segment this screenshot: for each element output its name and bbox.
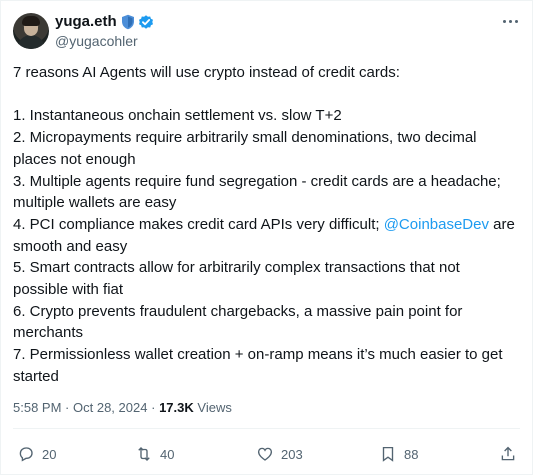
repost-button[interactable]: 40 <box>135 444 174 464</box>
tweet-intro: 7 reasons AI Agents will use crypto inst… <box>13 64 400 81</box>
reason-7: 7. Permissionless wallet creation + on-r… <box>13 346 507 385</box>
tweet-time[interactable]: 5:58 PM <box>13 400 61 415</box>
reason-1: 1. Instantaneous onchain settlement vs. … <box>13 107 342 125</box>
more-dot <box>503 20 506 23</box>
reason-3: 3. Multiple agents require fund segregat… <box>13 172 505 212</box>
divider <box>13 428 520 429</box>
tweet-date[interactable]: Oct 28, 2024 <box>73 400 147 415</box>
more-dot <box>509 20 512 23</box>
share-button[interactable] <box>499 444 517 464</box>
tweet-meta: 5:58 PM · Oct 28, 2024 · 17.3K Views <box>13 400 232 416</box>
reply-button[interactable]: 20 <box>17 444 56 464</box>
tweet-text: 7 reasons AI Agents will use crypto inst… <box>13 62 518 388</box>
reason-2: 2. Micropayments require arbitrarily sma… <box>13 129 481 168</box>
like-button[interactable]: 203 <box>256 444 303 464</box>
meta-separator: · <box>151 400 156 415</box>
tweet-card: yuga.eth @yugacohler 7 reasons AI Agents… <box>0 0 533 475</box>
reply-icon <box>19 447 33 462</box>
heart-icon <box>257 447 273 461</box>
mention-link[interactable]: @CoinbaseDev <box>384 216 489 233</box>
reply-count: 20 <box>42 446 57 462</box>
reason-4: 4. PCI compliance makes credit card APIs… <box>13 216 519 255</box>
tweet-header: yuga.eth @yugacohler <box>13 13 520 53</box>
bookmark-icon <box>382 446 394 462</box>
views-count: 17.3K <box>159 400 194 415</box>
meta-separator: · <box>65 400 70 415</box>
reason-4-text-start: 4. PCI compliance makes credit card APIs… <box>13 215 384 233</box>
avatar-body <box>17 35 45 49</box>
display-name-row: yuga.eth <box>55 13 154 31</box>
views-label: Views <box>197 400 232 415</box>
more-dot <box>515 20 518 23</box>
avatar-hair <box>22 16 40 26</box>
shield-icon <box>121 14 135 30</box>
avatar[interactable] <box>13 13 49 49</box>
repost-icon <box>138 447 150 461</box>
reason-6: 6. Crypto prevents fraudulent chargeback… <box>13 302 467 342</box>
like-count: 203 <box>281 446 303 462</box>
bookmark-count: 88 <box>404 446 419 462</box>
more-options-icon[interactable] <box>502 15 520 29</box>
share-icon <box>501 446 515 461</box>
display-name[interactable]: yuga.eth <box>55 13 117 31</box>
repost-count: 40 <box>160 446 175 462</box>
bookmark-button[interactable]: 88 <box>379 444 418 464</box>
reason-5: 5. Smart contracts allow for arbitrarily… <box>13 259 465 299</box>
verified-icon <box>138 14 154 30</box>
author-names: yuga.eth @yugacohler <box>55 13 154 50</box>
author-handle[interactable]: @yugacohler <box>55 32 154 50</box>
action-bar: 20 40 203 88 <box>13 444 520 466</box>
